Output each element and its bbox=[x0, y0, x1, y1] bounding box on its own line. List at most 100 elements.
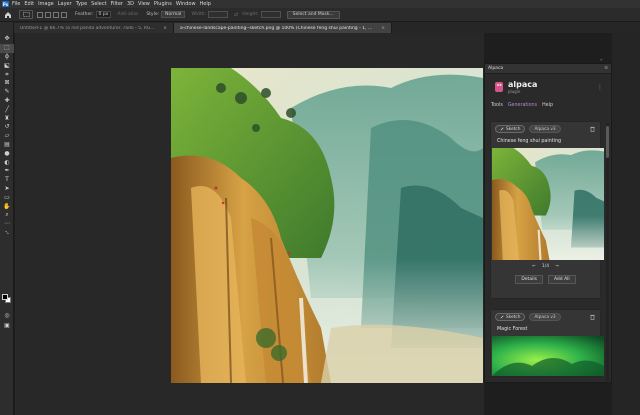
thumbnail-image bbox=[492, 148, 604, 260]
trash-icon[interactable] bbox=[590, 314, 595, 320]
close-icon[interactable]: × bbox=[163, 26, 167, 31]
canvas-image[interactable] bbox=[171, 68, 483, 383]
details-button[interactable]: Details bbox=[515, 274, 543, 284]
menu-help[interactable]: Help bbox=[200, 0, 211, 8]
chip-label: Sketch bbox=[506, 314, 521, 320]
quick-mask-icon[interactable]: ◎ bbox=[0, 312, 14, 321]
object-selection-tool-icon[interactable]: ⬕ bbox=[0, 61, 14, 70]
generation-prompt: Chinese feng shui painting bbox=[497, 139, 562, 144]
brand-subtitle: plugin bbox=[508, 89, 521, 94]
menu-edit[interactable]: Edit bbox=[24, 0, 34, 8]
tab-chinese-landscape[interactable]: a-chinese-landscape-painting--sketch.png… bbox=[174, 23, 392, 33]
pen-tool-icon[interactable]: ✒ bbox=[0, 167, 14, 176]
menu-bar: Ps File Edit Image Layer Type Select Fil… bbox=[0, 0, 640, 8]
tool-preset-picker[interactable] bbox=[19, 10, 33, 19]
nav-tools[interactable]: Tools bbox=[491, 103, 503, 108]
arrow-right-icon[interactable]: → bbox=[555, 264, 559, 269]
more-options-icon[interactable]: ⋮ bbox=[597, 84, 603, 91]
healing-brush-tool-icon[interactable]: ✚ bbox=[0, 97, 14, 106]
hand-tool-icon[interactable]: ✋ bbox=[0, 202, 14, 211]
intersect-selection-icon[interactable] bbox=[61, 11, 67, 18]
more-tools-icon[interactable]: ⋯ bbox=[0, 220, 14, 229]
panel-tab-bar: Alpaca ≡ bbox=[485, 64, 611, 74]
add-selection-icon[interactable] bbox=[45, 11, 51, 18]
generation-thumbnail[interactable] bbox=[492, 336, 604, 376]
menu-image[interactable]: Image bbox=[38, 0, 54, 8]
panel-scrollbar[interactable] bbox=[606, 123, 609, 381]
menu-file[interactable]: File bbox=[12, 0, 20, 8]
generations-list[interactable]: Sketch Alpaca v3 Chinese feng shui paint… bbox=[485, 121, 605, 384]
panel-header: alpaca plugin ⋮ bbox=[485, 74, 611, 100]
tab-label: Untitled-1 @ 66.7% (a red panda adventur… bbox=[20, 25, 157, 31]
thumbnail-image bbox=[492, 336, 604, 376]
menu-plugins[interactable]: Plugins bbox=[154, 0, 172, 8]
scrollbar-thumb[interactable] bbox=[606, 126, 609, 158]
foreground-color-swatch[interactable] bbox=[2, 294, 8, 300]
style-select[interactable]: Normal bbox=[161, 11, 186, 18]
collapse-panels-icon[interactable]: « bbox=[600, 57, 602, 62]
antialias-checkbox[interactable]: Anti-alias bbox=[117, 12, 138, 17]
zoom-tool-icon[interactable]: ⌕ bbox=[0, 211, 14, 220]
height-input[interactable] bbox=[260, 11, 281, 18]
options-bar: Feather: 0 px Anti-alias Style: Normal W… bbox=[0, 8, 640, 22]
close-icon[interactable]: × bbox=[381, 26, 385, 31]
subtract-selection-icon[interactable] bbox=[53, 11, 59, 18]
eyedropper-tool-icon[interactable]: ✎ bbox=[0, 88, 14, 97]
menu-view[interactable]: View bbox=[138, 0, 150, 8]
path-selection-tool-icon[interactable]: ➤ bbox=[0, 185, 14, 194]
new-selection-icon[interactable] bbox=[37, 11, 43, 18]
tools-panel: ✥ ⬚ ϕ ⬕ ⌗ ⊠ ✎ ✚ ╱ ♜ ↺ ▱ ▤ ● ◐ ✒ T ➤ ▭ ✋ … bbox=[0, 22, 14, 415]
home-button[interactable] bbox=[3, 10, 13, 20]
menu-3d[interactable]: 3D bbox=[127, 0, 134, 8]
blur-tool-icon[interactable]: ● bbox=[0, 149, 14, 158]
tab-untitled-1[interactable]: Untitled-1 @ 66.7% (a red panda adventur… bbox=[14, 23, 174, 33]
chip-label: Sketch bbox=[506, 126, 521, 132]
selection-mode-group bbox=[37, 11, 67, 18]
sketch-chip: Sketch bbox=[495, 313, 526, 321]
panel-menu-icon[interactable]: ≡ bbox=[604, 66, 608, 71]
menu-window[interactable]: Window bbox=[176, 0, 196, 8]
history-brush-tool-icon[interactable]: ↺ bbox=[0, 123, 14, 132]
add-all-button[interactable]: Add All bbox=[547, 274, 576, 284]
pager: ← 1/4 → bbox=[491, 260, 600, 272]
swap-dimensions-icon[interactable]: ⇄ bbox=[234, 12, 238, 18]
menu-type[interactable]: Type bbox=[76, 0, 87, 8]
menu-select[interactable]: Select bbox=[91, 0, 106, 8]
crop-tool-icon[interactable]: ⌗ bbox=[0, 70, 14, 79]
move-tool-icon[interactable]: ✥ bbox=[0, 35, 14, 44]
nav-help[interactable]: Help bbox=[542, 103, 553, 108]
dodge-tool-icon[interactable]: ◐ bbox=[0, 158, 14, 167]
width-label: Width: bbox=[191, 12, 207, 17]
swap-colors-icon[interactable]: ⤡ bbox=[0, 229, 14, 238]
menu-layer[interactable]: Layer bbox=[58, 0, 72, 8]
nav-generations[interactable]: Generations bbox=[508, 103, 537, 108]
feather-input[interactable]: 0 px bbox=[95, 11, 112, 18]
trash-icon[interactable] bbox=[590, 126, 595, 132]
style-label: Style: bbox=[146, 12, 160, 17]
screen-mode-icon[interactable]: ▣ bbox=[0, 322, 14, 331]
lasso-tool-icon[interactable]: ϕ bbox=[0, 53, 14, 62]
eraser-tool-icon[interactable]: ▱ bbox=[0, 132, 14, 141]
gradient-tool-icon[interactable]: ▤ bbox=[0, 141, 14, 150]
width-input[interactable] bbox=[208, 11, 229, 18]
alpaca-logo-icon bbox=[495, 82, 503, 92]
generation-thumbnail[interactable] bbox=[492, 148, 604, 260]
photoshop-logo-icon[interactable]: Ps bbox=[2, 1, 9, 7]
pager-count: 1/4 bbox=[541, 263, 550, 269]
panel-tab-title[interactable]: Alpaca bbox=[488, 66, 503, 71]
clone-stamp-tool-icon[interactable]: ♜ bbox=[0, 114, 14, 123]
document-tab-bar: Untitled-1 @ 66.7% (a red panda adventur… bbox=[14, 22, 640, 33]
rectangle-tool-icon[interactable]: ▭ bbox=[0, 193, 14, 202]
generation-prompt: Magic Forest bbox=[497, 327, 528, 332]
brand-name: alpaca bbox=[508, 80, 538, 89]
marquee-tool-icon[interactable]: ⬚ bbox=[0, 43, 14, 53]
color-swatches[interactable] bbox=[2, 294, 12, 304]
type-tool-icon[interactable]: T bbox=[0, 176, 14, 185]
pencil-icon bbox=[500, 315, 504, 319]
select-and-mask-button[interactable]: Select and Mask... bbox=[286, 10, 340, 19]
arrow-left-icon[interactable]: ← bbox=[532, 264, 536, 269]
alpaca-panel: Alpaca ≡ alpaca plugin ⋮ Tools Generatio… bbox=[484, 63, 612, 383]
menu-filter[interactable]: Filter bbox=[111, 0, 123, 8]
frame-tool-icon[interactable]: ⊠ bbox=[0, 79, 14, 88]
brush-tool-icon[interactable]: ╱ bbox=[0, 105, 14, 114]
